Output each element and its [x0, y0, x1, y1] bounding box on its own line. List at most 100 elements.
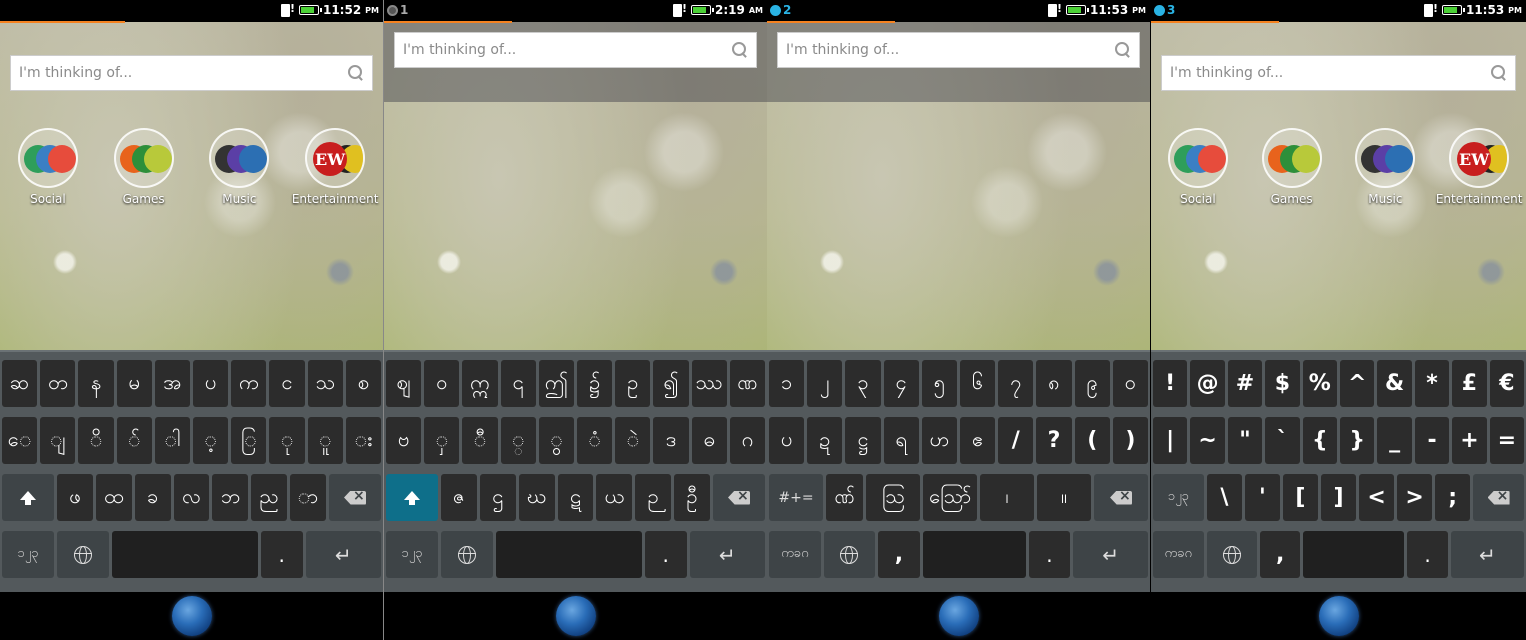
key[interactable]: ): [1112, 417, 1149, 464]
key[interactable]: ိ: [78, 417, 114, 464]
home-button[interactable]: [938, 596, 979, 636]
search-input[interactable]: I'm thinking of...: [19, 65, 348, 81]
key[interactable]: ဈ: [386, 360, 422, 407]
key[interactable]: ဩ: [866, 474, 921, 521]
key[interactable]: !: [1153, 360, 1188, 407]
key[interactable]: ၌: [577, 360, 613, 407]
comma-key[interactable]: ,: [1260, 531, 1301, 578]
search-bar[interactable]: I'm thinking of...: [1161, 55, 1516, 91]
key[interactable]: ြ: [231, 417, 267, 464]
enter-key[interactable]: ↵: [1073, 531, 1148, 578]
search-icon[interactable]: [1115, 42, 1131, 58]
key[interactable]: တ: [40, 360, 76, 407]
key[interactable]: ဃ: [518, 474, 555, 521]
key[interactable]: ?: [1036, 417, 1072, 464]
key[interactable]: ]: [1320, 474, 1357, 521]
key[interactable]: `: [1265, 417, 1300, 464]
notification-indicator[interactable]: 2: [770, 3, 791, 17]
key[interactable]: &: [1377, 360, 1412, 407]
key[interactable]: ၎: [500, 360, 536, 407]
key[interactable]: ဏ: [729, 360, 766, 407]
key[interactable]: @: [1190, 360, 1225, 407]
key[interactable]: %: [1302, 360, 1338, 407]
key[interactable]: န: [78, 360, 114, 407]
key[interactable]: €: [1489, 360, 1525, 407]
period-key[interactable]: .: [644, 531, 687, 578]
key[interactable]: <: [1359, 474, 1395, 521]
key[interactable]: ၈: [1036, 360, 1072, 407]
key[interactable]: သ: [307, 360, 343, 407]
key[interactable]: [: [1282, 474, 1318, 521]
space-key[interactable]: [112, 531, 258, 578]
key[interactable]: ၄: [883, 360, 919, 407]
key[interactable]: ဤ: [538, 360, 575, 407]
key[interactable]: ပ: [193, 360, 229, 407]
globe-key[interactable]: [1206, 531, 1257, 578]
space-key[interactable]: [496, 531, 642, 578]
key[interactable]: $: [1265, 360, 1300, 407]
key[interactable]: ့: [193, 417, 229, 464]
space-key[interactable]: [1303, 531, 1405, 578]
enter-key[interactable]: ↵: [1450, 531, 1524, 578]
key[interactable]: ရ: [883, 417, 919, 464]
key[interactable]: ု: [269, 417, 305, 464]
key[interactable]: ဦ: [674, 474, 711, 521]
key[interactable]: ဝ: [424, 360, 460, 407]
globe-key[interactable]: [441, 531, 494, 578]
enter-key[interactable]: ↵: [689, 531, 766, 578]
key[interactable]: ": [1227, 417, 1263, 464]
search-icon[interactable]: [1491, 65, 1507, 81]
key[interactable]: ။: [1037, 474, 1092, 521]
collection-games[interactable]: Games: [99, 128, 189, 206]
key[interactable]: ဇ: [441, 474, 477, 521]
key[interactable]: ၇: [998, 360, 1034, 407]
key[interactable]: ဟ: [921, 417, 958, 464]
key[interactable]: ျ: [40, 417, 76, 464]
layout-switch-key[interactable]: ကခဂ: [769, 531, 821, 578]
key[interactable]: £: [1452, 360, 1487, 407]
key[interactable]: ီ: [462, 417, 498, 464]
key[interactable]: ၂: [807, 360, 843, 407]
key[interactable]: ဣ: [462, 360, 498, 407]
backspace-key[interactable]: [1094, 474, 1149, 521]
search-bar[interactable]: I'm thinking of...: [10, 55, 373, 91]
search-icon[interactable]: [348, 65, 364, 81]
key[interactable]: ္: [500, 417, 536, 464]
symbols-key[interactable]: #+=: [769, 474, 823, 521]
notification-indicator[interactable]: 3: [1154, 3, 1175, 17]
key[interactable]: း: [345, 417, 382, 464]
globe-key[interactable]: [57, 531, 110, 578]
backspace-key[interactable]: [713, 474, 766, 521]
key[interactable]: ဧ: [960, 417, 996, 464]
key[interactable]: ထ: [95, 474, 132, 521]
key[interactable]: လ: [173, 474, 210, 521]
collection-entertainment[interactable]: EW Entertainment: [1434, 128, 1524, 206]
backspace-key[interactable]: [329, 474, 382, 521]
key[interactable]: ၅: [921, 360, 958, 407]
key[interactable]: ^: [1340, 360, 1375, 407]
key[interactable]: ေ: [2, 417, 38, 464]
globe-key[interactable]: [823, 531, 876, 578]
key[interactable]: ~: [1190, 417, 1225, 464]
key[interactable]: *: [1414, 360, 1450, 407]
key[interactable]: အ: [154, 360, 191, 407]
space-key[interactable]: [922, 531, 1026, 578]
key[interactable]: ဥ: [615, 360, 651, 407]
layout-switch-key[interactable]: ကခဂ: [1153, 531, 1204, 578]
search-input[interactable]: I'm thinking of...: [403, 42, 732, 58]
key[interactable]: {: [1302, 417, 1338, 464]
key[interactable]: ်: [116, 417, 152, 464]
key[interactable]: ဗ: [386, 417, 422, 464]
layout-switch-key[interactable]: ၁၂၃: [386, 531, 439, 578]
period-key[interactable]: .: [260, 531, 303, 578]
search-icon[interactable]: [732, 42, 748, 58]
key[interactable]: }: [1340, 417, 1375, 464]
key[interactable]: ဖ: [57, 474, 93, 521]
backspace-key[interactable]: [1473, 474, 1524, 521]
key[interactable]: ၁: [769, 360, 805, 407]
key[interactable]: ယ: [596, 474, 633, 521]
key[interactable]: ဪ: [923, 474, 978, 521]
key[interactable]: ှ: [424, 417, 460, 464]
key[interactable]: |: [1153, 417, 1188, 464]
search-input[interactable]: I'm thinking of...: [786, 42, 1115, 58]
